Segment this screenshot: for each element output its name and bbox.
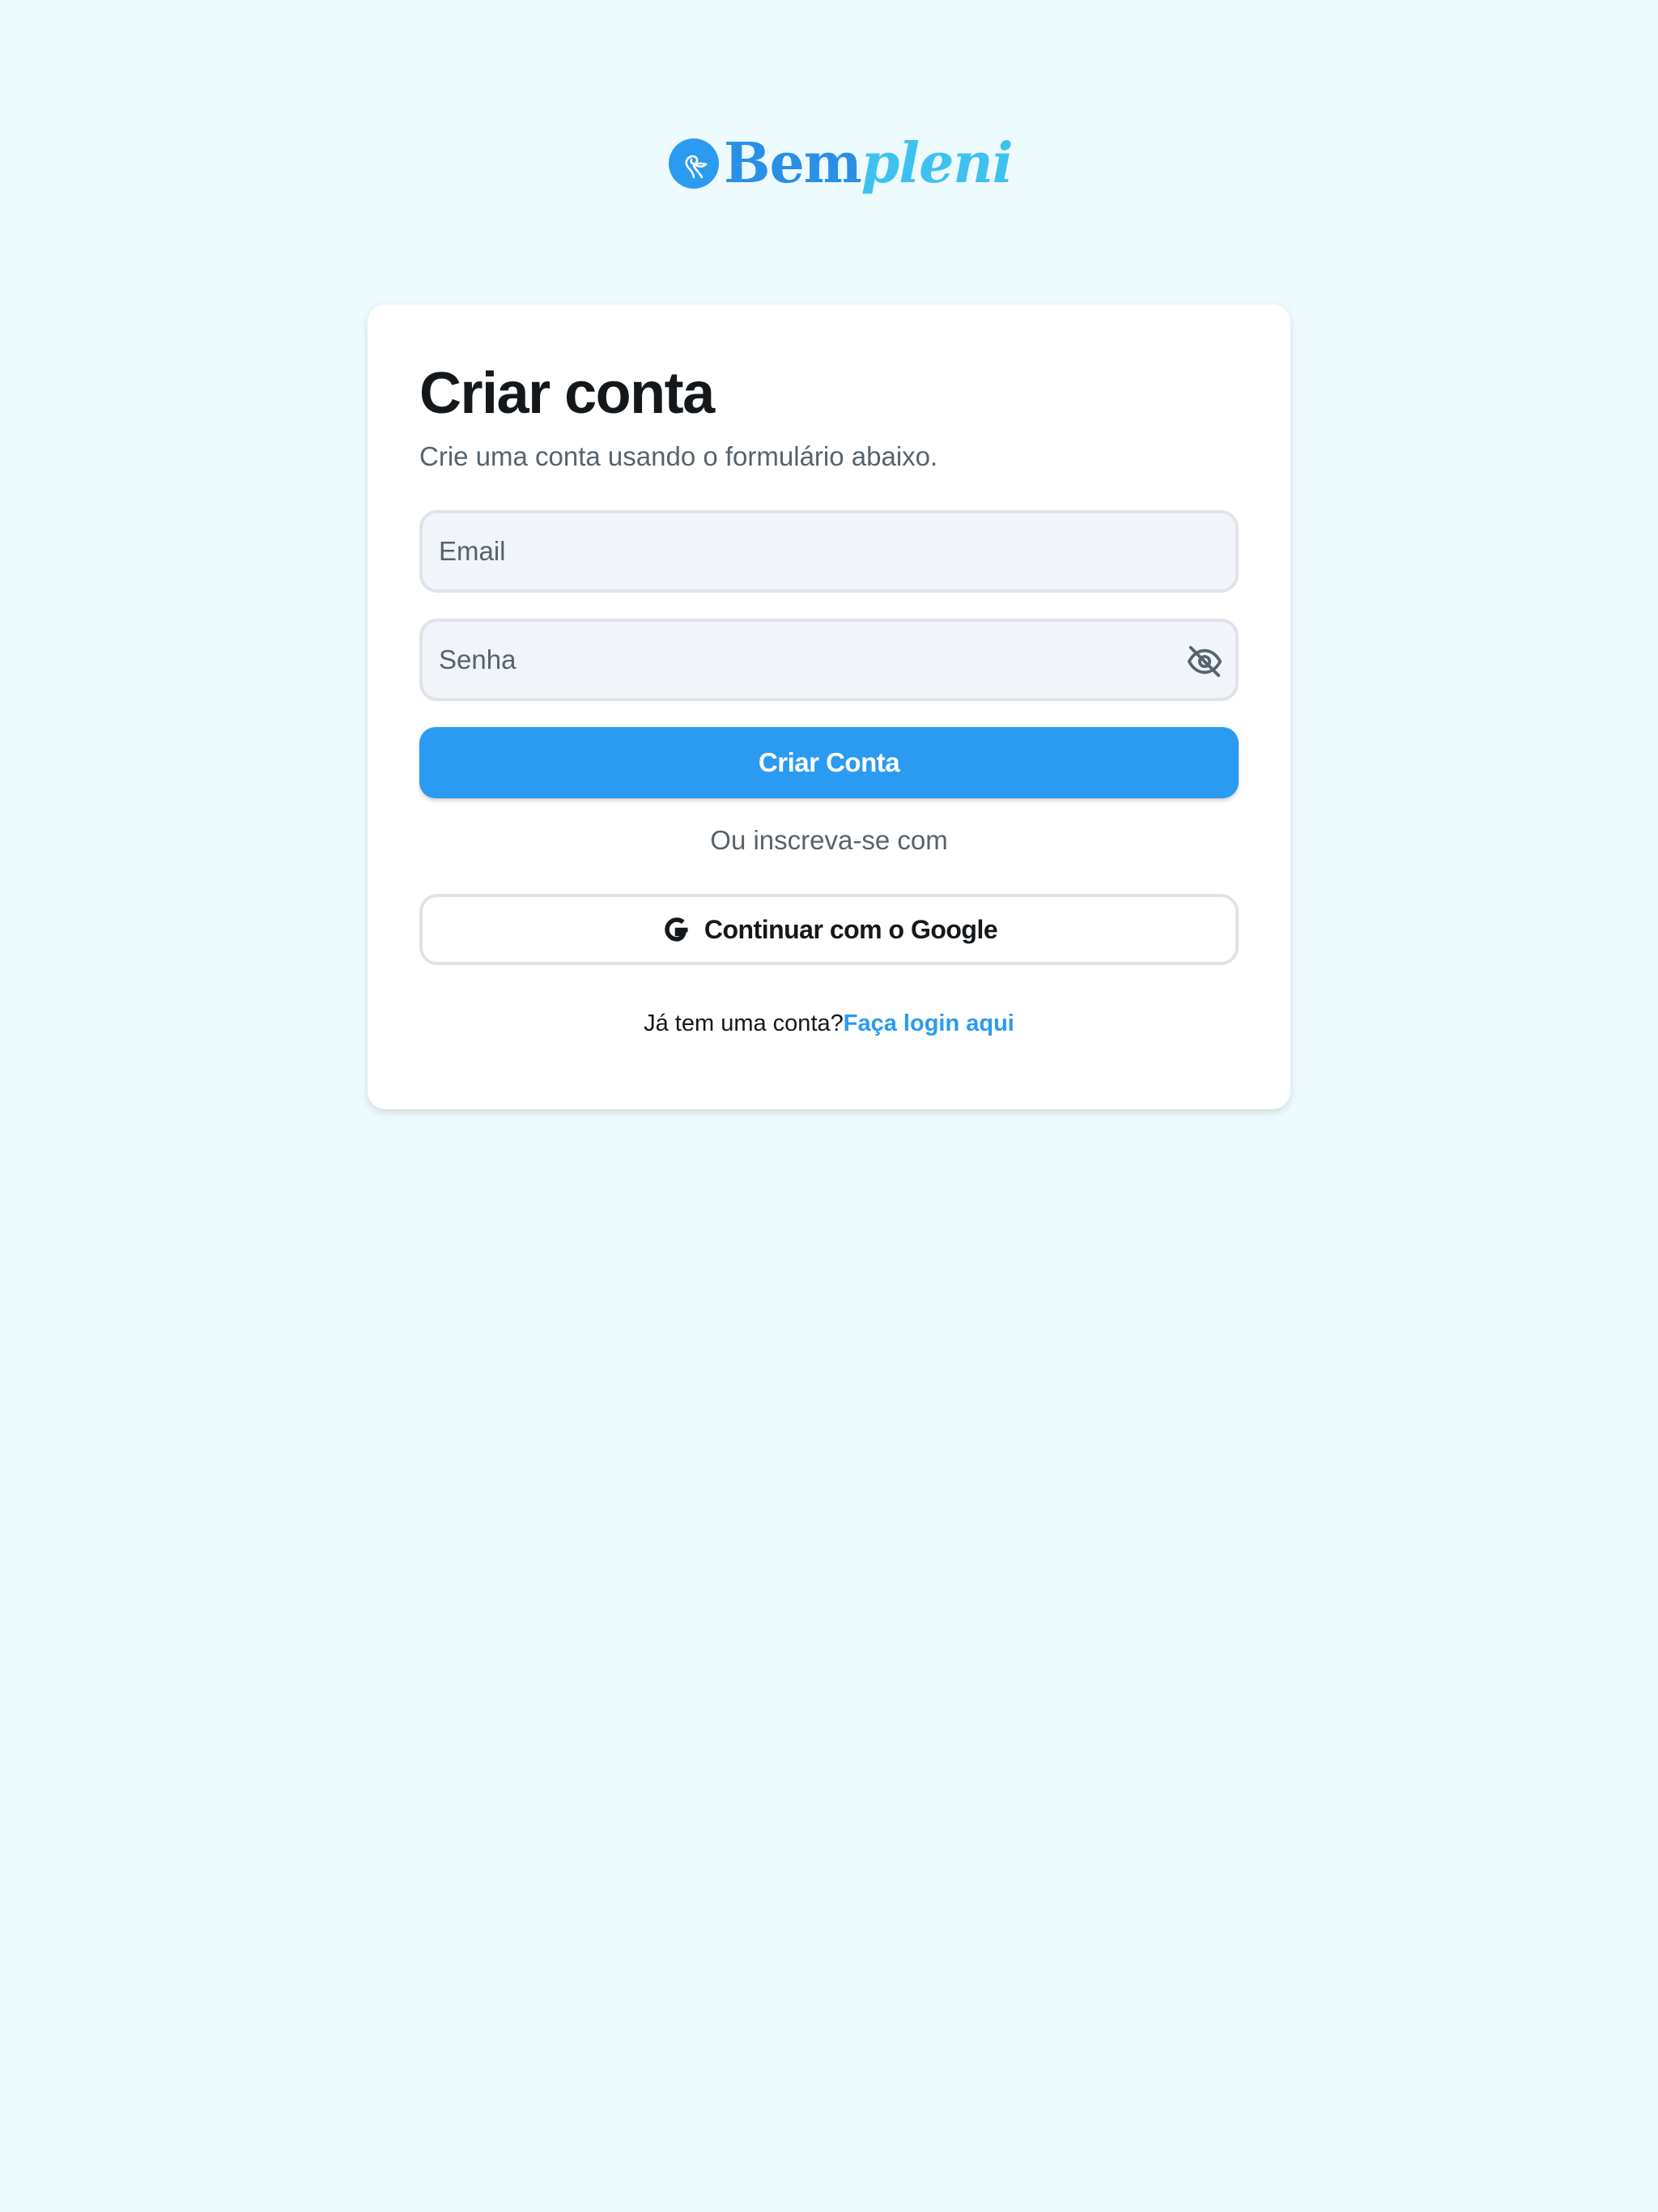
page-title: Criar conta: [419, 361, 715, 426]
google-button-label: Continuar com o Google: [704, 914, 998, 944]
login-link[interactable]: Faça login aqui: [844, 1010, 1014, 1036]
ribbon-logo-icon: [669, 138, 719, 189]
brand-wordmark: Bem pleni: [724, 131, 1014, 196]
password-field[interactable]: [423, 622, 1235, 698]
email-field-container: [419, 510, 1239, 593]
have-account-text: Já tem uma conta?: [644, 1010, 844, 1036]
google-icon: [661, 913, 693, 946]
brand-name-part1: Bem: [724, 131, 862, 196]
alt-signup-text: Ou inscreva-se com: [710, 825, 948, 855]
eye-off-icon[interactable]: [1185, 642, 1224, 681]
create-account-button[interactable]: Criar Conta: [419, 727, 1239, 798]
google-signin-button[interactable]: Continuar com o Google: [419, 894, 1239, 965]
brand-name-part2: pleni: [861, 131, 1014, 196]
password-field-container: [419, 619, 1239, 701]
email-field[interactable]: [423, 513, 1235, 589]
login-prompt: Já tem uma conta?Faça login aqui: [419, 1007, 1239, 1040]
signup-card: Criar conta Crie uma conta usando o form…: [368, 304, 1290, 1109]
brand-logo: Bem pleni: [669, 131, 1014, 196]
page-subtitle: Crie uma conta usando o formulário abaix…: [419, 441, 938, 471]
